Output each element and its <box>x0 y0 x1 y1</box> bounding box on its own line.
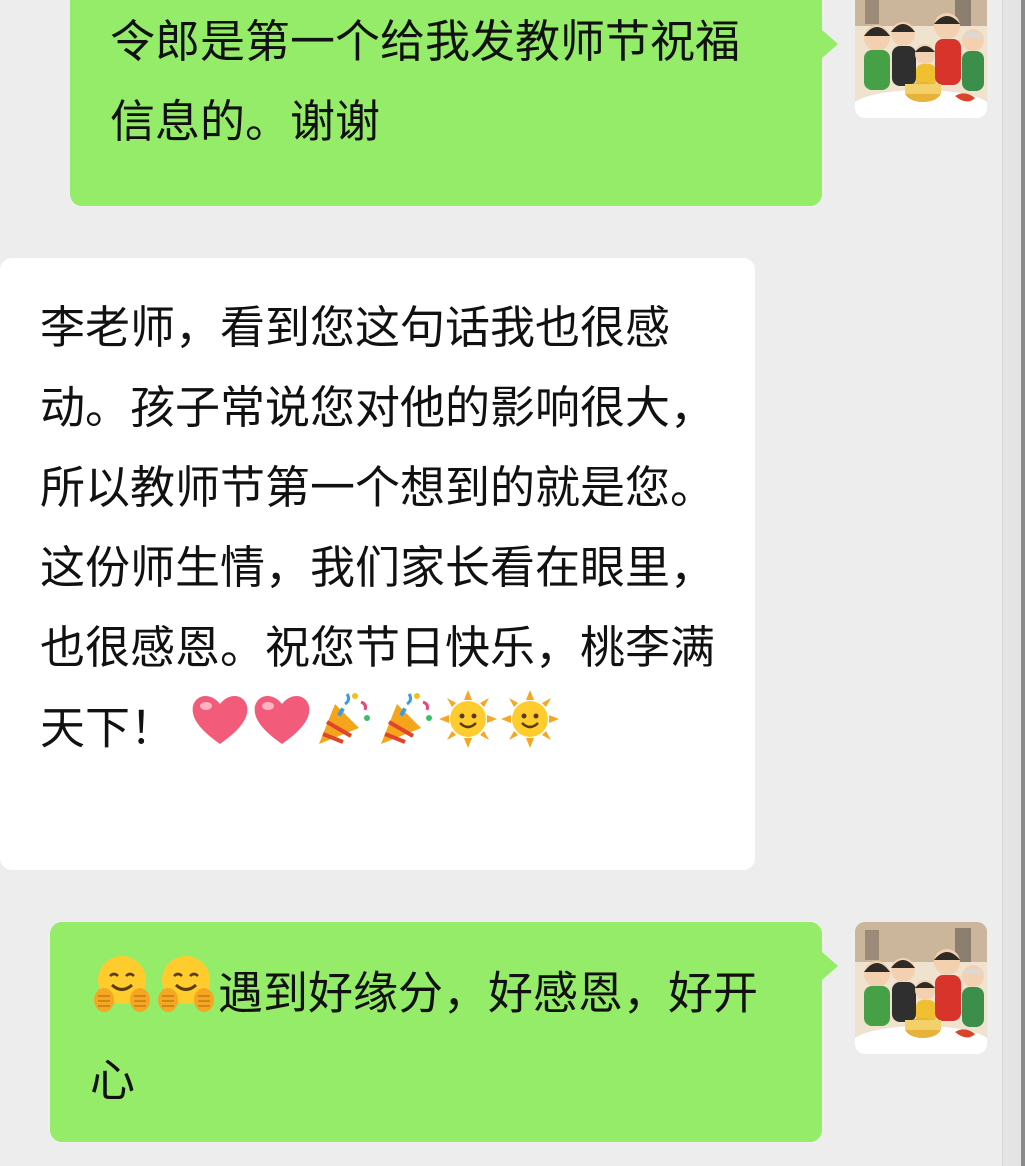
sun-face-icon <box>499 688 561 775</box>
sent-message-bubble[interactable]: 令郎是第一个给我发教师节祝福信息的。谢谢 <box>70 0 838 206</box>
hugging-face-icon <box>90 952 154 1041</box>
chat-message-list[interactable]: 令郎是第一个给我发教师节祝福信息的。谢谢 李老师，看到您这句话我也很感动。孩子常… <box>0 0 1000 1166</box>
heart-icon <box>251 690 313 773</box>
sun-face-icon <box>437 688 499 775</box>
message-text: 李老师，看到您这句话我也很感动。孩子常说您对他的影响很大，所以教师节第一个想到的… <box>40 301 716 755</box>
user-avatar[interactable] <box>855 0 987 118</box>
family-photo-avatar-icon <box>855 0 987 118</box>
received-message-bubble[interactable]: 李老师，看到您这句话我也很感动。孩子常说您对他的影响很大，所以教师节第一个想到的… <box>0 258 755 870</box>
scrollbar-thumb[interactable] <box>1021 0 1025 1166</box>
party-popper-icon <box>313 688 375 775</box>
hugging-face-icon <box>154 952 218 1041</box>
sent-message-bubble[interactable]: 遇到好缘分，好感恩，好开心 <box>50 922 838 1142</box>
message-text: 令郎是第一个给我发教师节祝福信息的。谢谢 <box>110 15 741 148</box>
heart-icon <box>189 690 251 773</box>
user-avatar[interactable] <box>855 922 987 1054</box>
family-photo-avatar-icon <box>855 922 987 1054</box>
party-popper-icon <box>375 688 437 775</box>
